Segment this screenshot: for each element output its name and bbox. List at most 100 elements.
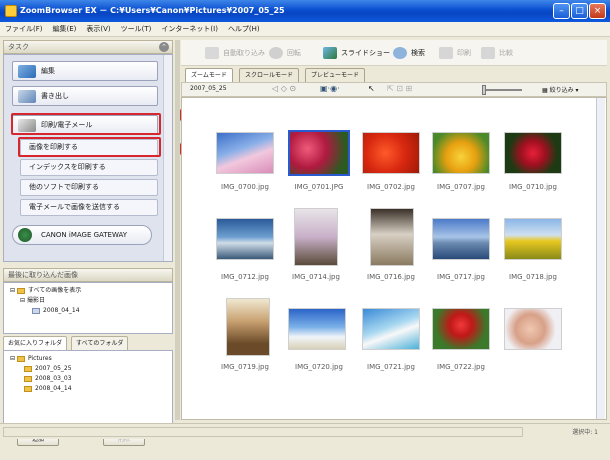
export-icon (18, 90, 36, 103)
folder-icon (24, 385, 32, 392)
subtask-label: インデックスを印刷する (29, 163, 106, 171)
tree-item[interactable]: 2007_05_25 (10, 364, 166, 374)
thumbnail[interactable] (362, 308, 420, 350)
edit-icon (18, 65, 36, 78)
folder-tree: ⊟ Pictures 2007_05_25 2008_03_03 2008_04… (3, 350, 173, 428)
thumbnail[interactable] (216, 218, 274, 260)
grid-scrollbar[interactable] (596, 98, 605, 419)
task-edit[interactable]: 編集 (12, 61, 158, 81)
task-canon-gateway[interactable]: CANON iMAGE GATEWAY (12, 225, 152, 245)
search-button[interactable]: 検索 (391, 44, 425, 62)
zoom-slider[interactable] (482, 89, 522, 91)
globe-icon (18, 228, 32, 242)
printer-icon (439, 47, 453, 59)
display-options-icon[interactable]: ▣·◉· (320, 84, 340, 93)
search-icon (393, 47, 407, 59)
file-name: IMG_0700.jpg (221, 183, 269, 191)
pointer-icon[interactable]: ↖ (368, 84, 375, 93)
view-mode-tabs: ズームモード スクロールモード プレビューモード (181, 68, 607, 82)
collapse-icon[interactable]: ⌃ (159, 42, 169, 52)
view-bar: 2007_05_25 ◁ ◇ ⊙ ▣·◉· ↖ ⇱ ⊡ ⊞ ▦ 絞り込み ▾ (181, 82, 607, 97)
nav-icons[interactable]: ◁ ◇ ⊙ (272, 84, 296, 93)
recent-panel: 最後に取り込んだ画像 ⊟ すべての画像を表示 ⊟ 撮影日 2008_04_14 (3, 268, 173, 334)
thumbnail[interactable] (504, 132, 562, 174)
tab-all-folders[interactable]: すべてのフォルダ (71, 336, 129, 350)
thumbnail[interactable] (370, 208, 414, 266)
task-export[interactable]: 書き出し (12, 86, 158, 106)
filter-dropdown[interactable]: ▦ 絞り込み ▾ (542, 85, 579, 94)
subtask-print-other-software[interactable]: 他のソフトで印刷する (20, 179, 158, 196)
menu-tools[interactable]: ツール(T) (116, 22, 157, 37)
browser-pane: 自動取り込み 回転 スライドショー 検索 印刷 比較 ズームモード スクロールモ… (181, 40, 607, 420)
thumbnail[interactable] (432, 308, 490, 350)
select-tools-icon[interactable]: ⇱ ⊡ ⊞ (387, 84, 412, 93)
folder-panel: お気に入りフォルダ すべてのフォルダ ⊟ Pictures 2007_05_25… (3, 336, 173, 460)
toolbar: 自動取り込み 回転 スライドショー 検索 印刷 比較 (181, 40, 607, 66)
rotate-button[interactable]: 回転 (267, 44, 301, 62)
tab-zoom-mode[interactable]: ズームモード (185, 68, 233, 82)
task-label: 書き出し (41, 92, 69, 100)
subtask-label: 電子メールで画像を送信する (29, 203, 120, 211)
zoom-slider-handle[interactable] (482, 85, 486, 95)
tree-item[interactable]: 2008_04_14 (10, 384, 166, 394)
highlight-print-email (11, 113, 161, 135)
folder-tabs: お気に入りフォルダ すべてのフォルダ (3, 336, 173, 350)
maximize-button[interactable]: □ (571, 3, 588, 19)
thumbnail[interactable] (504, 308, 562, 350)
status-bar: 選択中: 1 (0, 423, 610, 439)
menu-edit[interactable]: 編集(E) (48, 22, 82, 37)
thumbnail[interactable] (216, 132, 274, 174)
tab-scroll-mode[interactable]: スクロールモード (239, 68, 300, 82)
file-name: IMG_0717.jpg (437, 273, 485, 281)
print-button[interactable]: 印刷 (437, 44, 471, 62)
subtask-email-images[interactable]: 電子メールで画像を送信する (20, 199, 158, 216)
file-name: IMG_0701.JPG (294, 183, 344, 191)
tab-favorite-folders[interactable]: お気に入りフォルダ (3, 336, 68, 350)
thumbnail[interactable] (294, 208, 338, 266)
file-name: IMG_0721.jpg (367, 363, 415, 371)
thumbnail-selected[interactable] (288, 130, 350, 176)
file-name: IMG_0722.jpg (437, 363, 485, 371)
menu-internet[interactable]: インターネット(I) (156, 22, 223, 37)
thumbnail[interactable] (288, 308, 346, 350)
menu-file[interactable]: ファイル(F) (0, 22, 48, 37)
menu-help[interactable]: ヘルプ(H) (223, 22, 265, 37)
folder-icon (24, 365, 32, 372)
file-name: IMG_0702.jpg (367, 183, 415, 191)
close-button[interactable]: × (589, 3, 606, 19)
task-scrollbar[interactable] (163, 55, 172, 261)
compare-icon (481, 47, 495, 59)
tree-item[interactable]: 2008_04_14 (10, 306, 166, 316)
pane-splitter[interactable] (175, 40, 180, 420)
file-name: IMG_0714.jpg (292, 273, 340, 281)
image-grid: IMG_0700.jpg IMG_0701.JPG IMG_0702.jpg I… (181, 97, 607, 420)
thumbnail[interactable] (226, 298, 270, 356)
rotate-icon (269, 47, 283, 59)
file-name: IMG_0720.jpg (295, 363, 343, 371)
thumbnail[interactable] (362, 132, 420, 174)
status-text: 選択中: 1 (572, 429, 598, 436)
subtask-print-index[interactable]: インデックスを印刷する (20, 159, 158, 176)
slideshow-button[interactable]: スライドショー (321, 44, 390, 62)
folder-icon (16, 355, 25, 362)
tree-item[interactable]: ⊟ すべての画像を表示 (10, 286, 166, 296)
thumbnail[interactable] (432, 132, 490, 174)
recent-panel-header: 最後に取り込んだ画像 (3, 268, 173, 282)
tree-item[interactable]: 2008_03_03 (10, 374, 166, 384)
task-label: CANON iMAGE GATEWAY (41, 231, 128, 239)
subtask-label: 他のソフトで印刷する (29, 183, 99, 191)
tree-item[interactable]: ⊟ 撮影日 (10, 296, 166, 306)
recent-tree: ⊟ すべての画像を表示 ⊟ 撮影日 2008_04_14 (3, 282, 173, 334)
auto-import-button[interactable]: 自動取り込み (203, 44, 265, 62)
highlight-print-images (18, 137, 161, 157)
menu-bar: ファイル(F) 編集(E) 表示(V) ツール(T) インターネット(I) ヘルプ(H) (0, 22, 610, 37)
file-name: IMG_0707.jpg (437, 183, 485, 191)
compare-button[interactable]: 比較 (479, 44, 513, 62)
menu-view[interactable]: 表示(V) (81, 22, 115, 37)
thumbnail[interactable] (432, 218, 490, 260)
tab-preview-mode[interactable]: プレビューモード (305, 68, 366, 82)
tree-item[interactable]: ⊟ Pictures (10, 354, 166, 364)
thumbnail[interactable] (504, 218, 562, 260)
minimize-button[interactable]: – (553, 3, 570, 19)
window-title: ZoomBrowser EX － C:¥Users¥Canon¥Pictures… (20, 6, 285, 15)
